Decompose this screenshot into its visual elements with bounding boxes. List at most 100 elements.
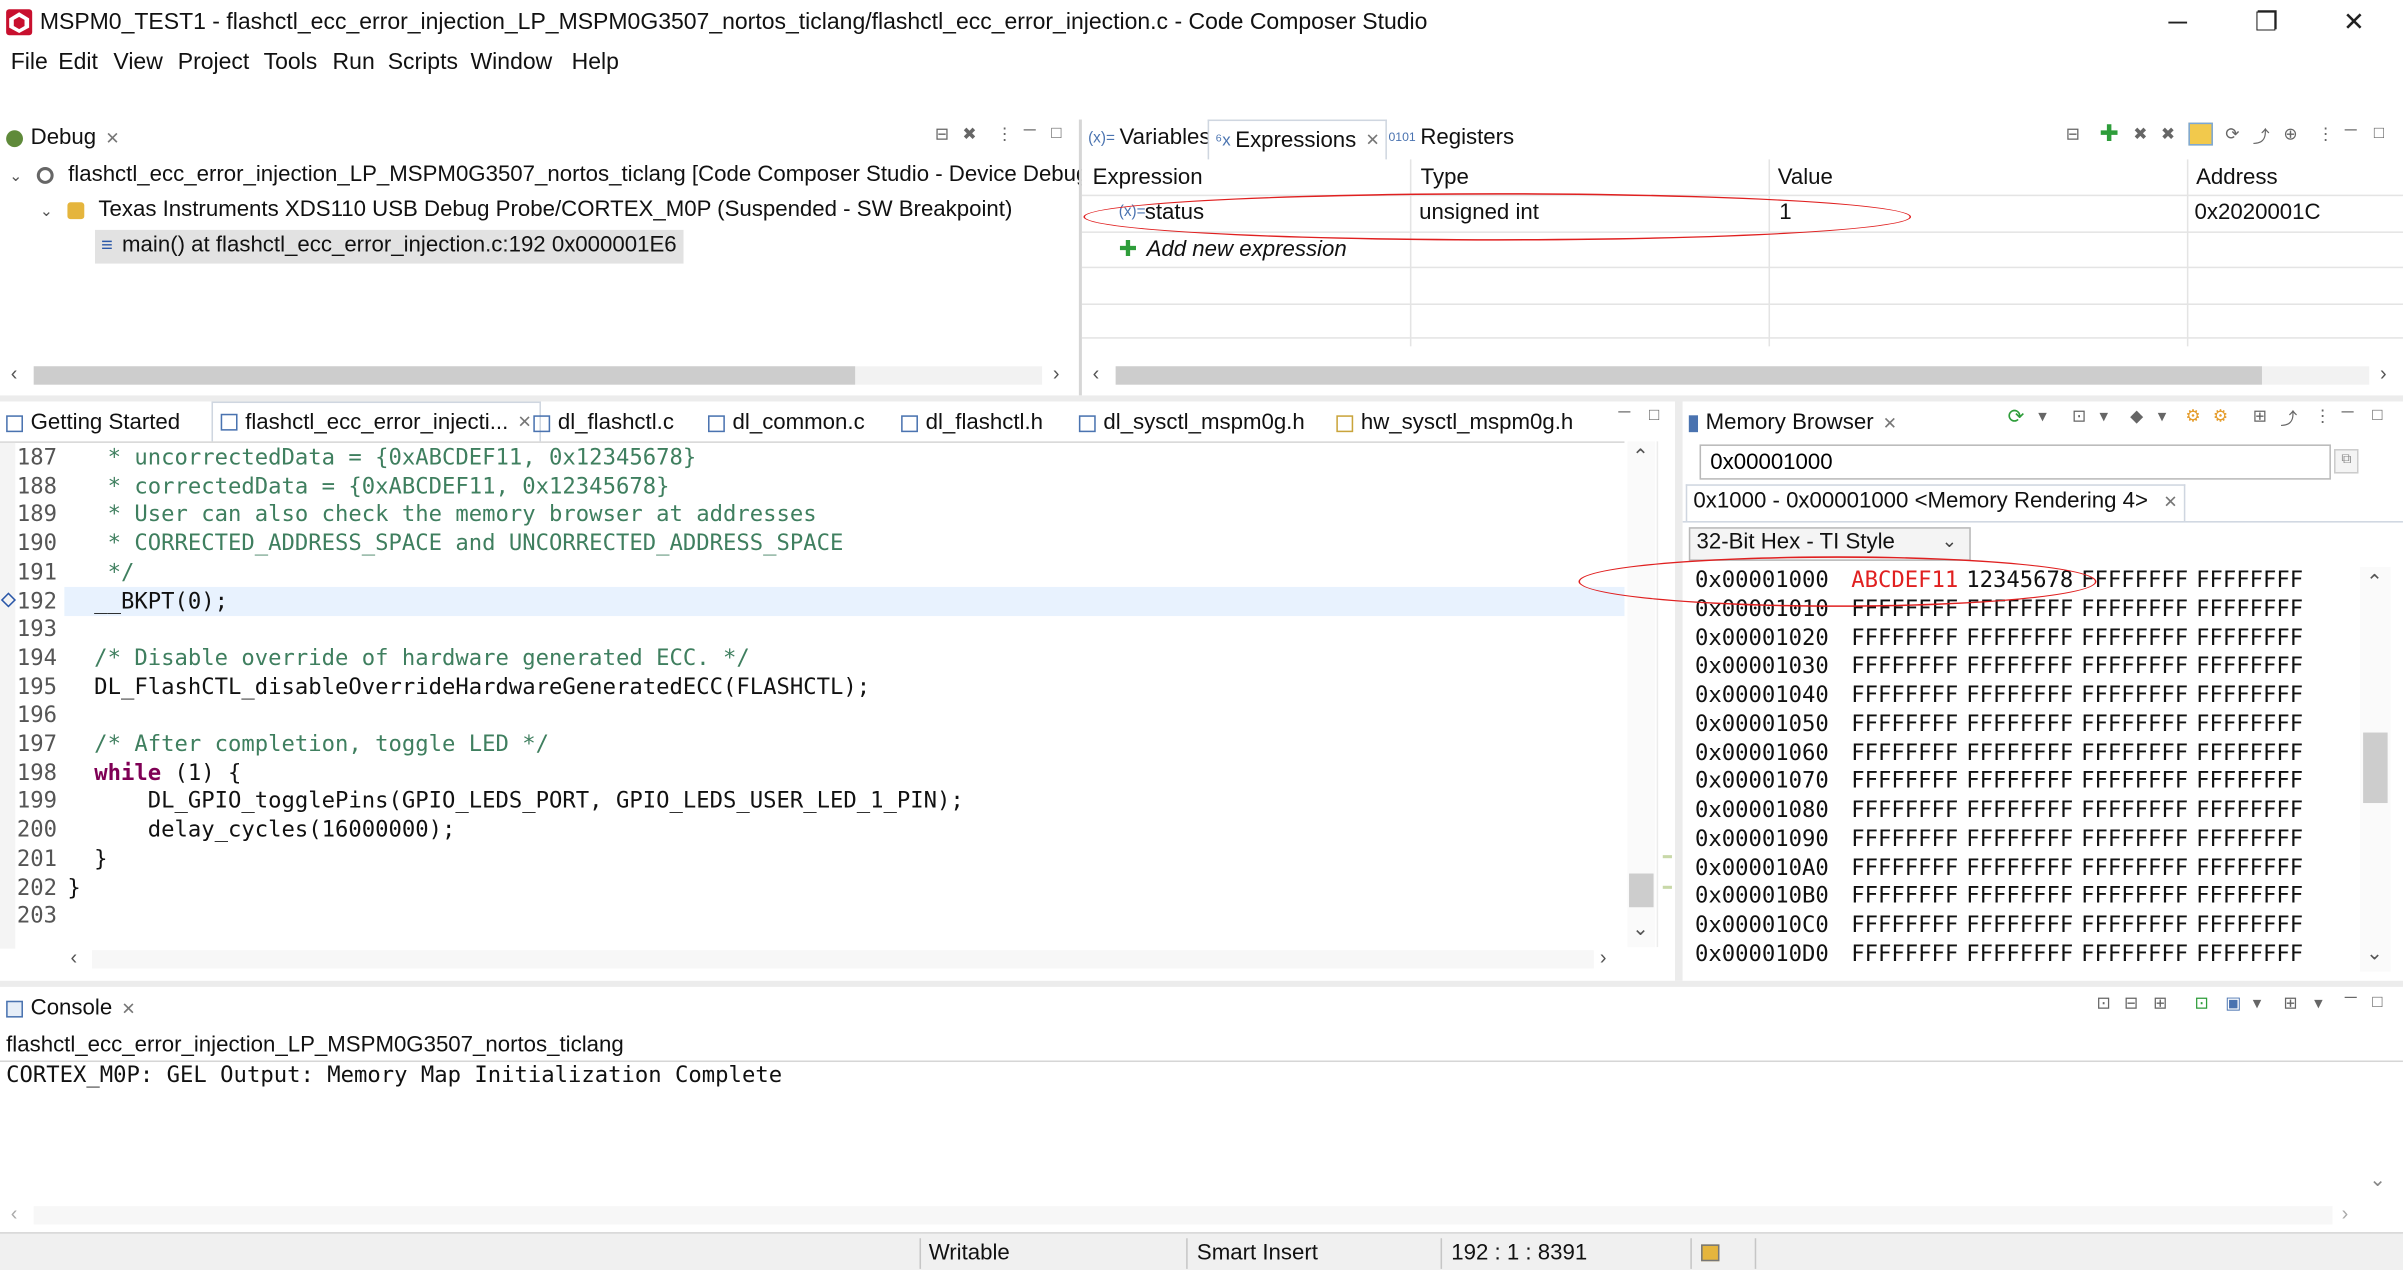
debug-tab[interactable]: Debug ✕ xyxy=(6,120,119,157)
memory-word[interactable]: FFFFFFFF xyxy=(2081,741,2188,766)
code-line[interactable]: 196 xyxy=(0,704,1624,732)
menu-help[interactable]: Help xyxy=(572,49,619,75)
menu-file[interactable]: File xyxy=(11,49,48,75)
scroll-left-icon[interactable]: ‹ xyxy=(11,1201,18,1224)
new-tab-icon[interactable]: ⊡ xyxy=(2072,406,2086,426)
memory-word[interactable]: FFFFFFFF xyxy=(2081,569,2188,594)
dropdown-icon[interactable]: ▾ xyxy=(2100,406,2108,426)
column-address[interactable]: Address xyxy=(2196,166,2278,191)
code-line[interactable]: 190 * CORRECTED_ADDRESS_SPACE and UNCORR… xyxy=(0,532,1624,560)
menu-scripts[interactable]: Scripts xyxy=(388,49,458,75)
scroll-up-icon[interactable]: ⌃ xyxy=(2366,570,2383,595)
memory-word[interactable]: FFFFFFFF xyxy=(1966,913,2073,938)
memory-word[interactable]: FFFFFFFF xyxy=(2196,597,2303,622)
add-icon[interactable]: ✚ xyxy=(2100,120,2119,147)
memory-word[interactable]: FFFFFFFF xyxy=(2081,798,2188,823)
code-line[interactable]: 194 /* Disable override of hardware gene… xyxy=(0,647,1624,675)
code-line[interactable]: 203 xyxy=(0,904,1624,932)
scroll-thumb[interactable] xyxy=(2363,732,2388,804)
rendering-tab[interactable]: 0x1000 - 0x00001000 <Memory Rendering 4>… xyxy=(1685,484,2186,522)
scroll-right-icon[interactable]: › xyxy=(2380,362,2387,385)
menu-view[interactable]: View xyxy=(113,49,162,75)
export-icon[interactable]: ⤴ xyxy=(2253,124,2270,149)
memory-word[interactable]: FFFFFFFF xyxy=(2196,741,2303,766)
code-line[interactable]: 191 */ xyxy=(0,561,1624,589)
memory-word[interactable]: FFFFFFFF xyxy=(2196,942,2303,967)
memory-word[interactable]: FFFFFFFF xyxy=(1851,856,1958,881)
maximize-view-icon[interactable]: □ xyxy=(1649,406,1659,424)
memory-word[interactable]: FFFFFFFF xyxy=(1966,856,2073,881)
console-hscrollbar[interactable] xyxy=(33,1206,2333,1225)
minimize-view-icon[interactable]: ─ xyxy=(2342,403,2354,421)
expressions-hscrollbar[interactable] xyxy=(1115,366,2370,385)
memory-word[interactable]: FFFFFFFF xyxy=(2081,885,2188,910)
chevron-down-icon[interactable]: ⌄ xyxy=(9,169,22,186)
column-type[interactable]: Type xyxy=(1421,166,1469,191)
memory-word[interactable]: FFFFFFFF xyxy=(2196,712,2303,737)
close-icon[interactable]: ✕ xyxy=(517,412,531,432)
scroll-right-icon[interactable]: › xyxy=(1053,362,1060,385)
memory-word[interactable]: FFFFFFFF xyxy=(2081,913,2188,938)
maximize-view-icon[interactable]: □ xyxy=(1051,124,1061,142)
tab-active-source[interactable]: flashctl_ecc_error_injecti... ✕ xyxy=(211,401,541,442)
memory-word[interactable]: FFFFFFFF xyxy=(2196,798,2303,823)
code-line[interactable]: 193 xyxy=(0,618,1624,646)
code-line[interactable]: 187 * uncorrectedData = {0xABCDEF11, 0x1… xyxy=(0,446,1624,474)
memory-word[interactable]: FFFFFFFF xyxy=(1851,741,1958,766)
tab-hw-sysctl-mspm0g-h[interactable]: hw_sysctl_mspm0g.h xyxy=(1336,405,1573,442)
go-icon[interactable]: ⧉ xyxy=(2333,449,2359,474)
code-line[interactable]: 198 while (1) { xyxy=(0,761,1624,789)
memory-word[interactable]: FFFFFFFF xyxy=(2081,942,2188,967)
code-line[interactable]: 202} xyxy=(0,876,1624,904)
memory-word[interactable]: FFFFFFFF xyxy=(1966,683,2073,708)
remove-icon[interactable]: ✖ xyxy=(2133,124,2147,144)
memory-address-input[interactable] xyxy=(1699,444,2331,480)
close-icon[interactable]: ✕ xyxy=(121,998,135,1018)
memory-word[interactable]: FFFFFFFF xyxy=(2196,626,2303,651)
scroll-down-icon[interactable]: ⌄ xyxy=(2366,941,2383,966)
memory-word[interactable]: FFFFFFFF xyxy=(1966,626,2073,651)
sync-icon[interactable]: ⚙ xyxy=(2213,406,2228,426)
tree-item-probe[interactable]: ⌄ Texas Instruments XDS110 USB Debug Pro… xyxy=(40,198,1013,223)
new-view-icon[interactable]: ⊞ xyxy=(2253,406,2267,426)
tab-getting-started[interactable]: Getting Started xyxy=(6,405,180,442)
view-menu-icon[interactable]: ⋮ xyxy=(996,124,1013,144)
memory-word[interactable]: FFFFFFFF xyxy=(2081,770,2188,795)
eraser-icon[interactable]: ◆ xyxy=(2130,406,2143,426)
memory-word[interactable]: FFFFFFFF xyxy=(1966,942,2073,967)
memory-word[interactable]: FFFFFFFF xyxy=(1851,626,1958,651)
remove-all-icon[interactable]: ✖ xyxy=(962,124,976,144)
scroll-left-icon[interactable]: ‹ xyxy=(11,362,18,385)
menu-window[interactable]: Window xyxy=(470,49,552,75)
memory-word[interactable]: FFFFFFFF xyxy=(2196,683,2303,708)
collapse-all-icon[interactable]: ⊕ xyxy=(2283,124,2297,144)
memory-word[interactable]: FFFFFFFF xyxy=(1966,827,2073,852)
code-line[interactable]: 188 * correctedData = {0xABCDEF11, 0x123… xyxy=(0,475,1624,503)
menu-project[interactable]: Project xyxy=(178,49,250,75)
memory-word[interactable]: FFFFFFFF xyxy=(1851,798,1958,823)
memory-word[interactable]: FFFFFFFF xyxy=(2081,827,2188,852)
tree-item-project[interactable]: ⌄ flashctl_ecc_error_injection_LP_MSPM0G… xyxy=(9,162,1106,187)
scroll-down-icon[interactable]: ⌄ xyxy=(1632,916,1649,941)
code-line[interactable]: 189 * User can also check the memory bro… xyxy=(0,503,1624,531)
scroll-lock-icon[interactable]: ⊟ xyxy=(2124,993,2138,1013)
memory-word[interactable]: FFFFFFFF xyxy=(1966,885,2073,910)
memory-word[interactable]: FFFFFFFF xyxy=(1851,770,1958,795)
remove-all-icon[interactable]: ✖ xyxy=(2161,124,2175,144)
scroll-left-icon[interactable]: ‹ xyxy=(1093,362,1100,385)
memory-word[interactable]: FFFFFFFF xyxy=(2081,856,2188,881)
word-wrap-icon[interactable]: ⊞ xyxy=(2153,993,2167,1013)
maximize-view-icon[interactable]: □ xyxy=(2372,993,2382,1011)
export-icon[interactable]: ⤴ xyxy=(2280,406,2297,431)
memory-word[interactable]: FFFFFFFF xyxy=(1851,942,1958,967)
memory-word[interactable]: FFFFFFFF xyxy=(2081,626,2188,651)
memory-word[interactable]: FFFFFFFF xyxy=(1966,655,2073,680)
tab-dl-flashctl-h[interactable]: dl_flashctl.h xyxy=(901,405,1043,442)
maximize-view-icon[interactable]: □ xyxy=(2372,406,2382,424)
close-icon[interactable]: ✕ xyxy=(105,128,119,147)
code-editor[interactable]: 187 * uncorrectedData = {0xABCDEF11, 0x1… xyxy=(0,441,1625,949)
memory-word[interactable]: FFFFFFFF xyxy=(2196,655,2303,680)
chevron-down-icon[interactable]: ⌄ xyxy=(40,204,53,221)
menu-tools[interactable]: Tools xyxy=(264,49,318,75)
memory-word[interactable]: FFFFFFFF xyxy=(1851,683,1958,708)
